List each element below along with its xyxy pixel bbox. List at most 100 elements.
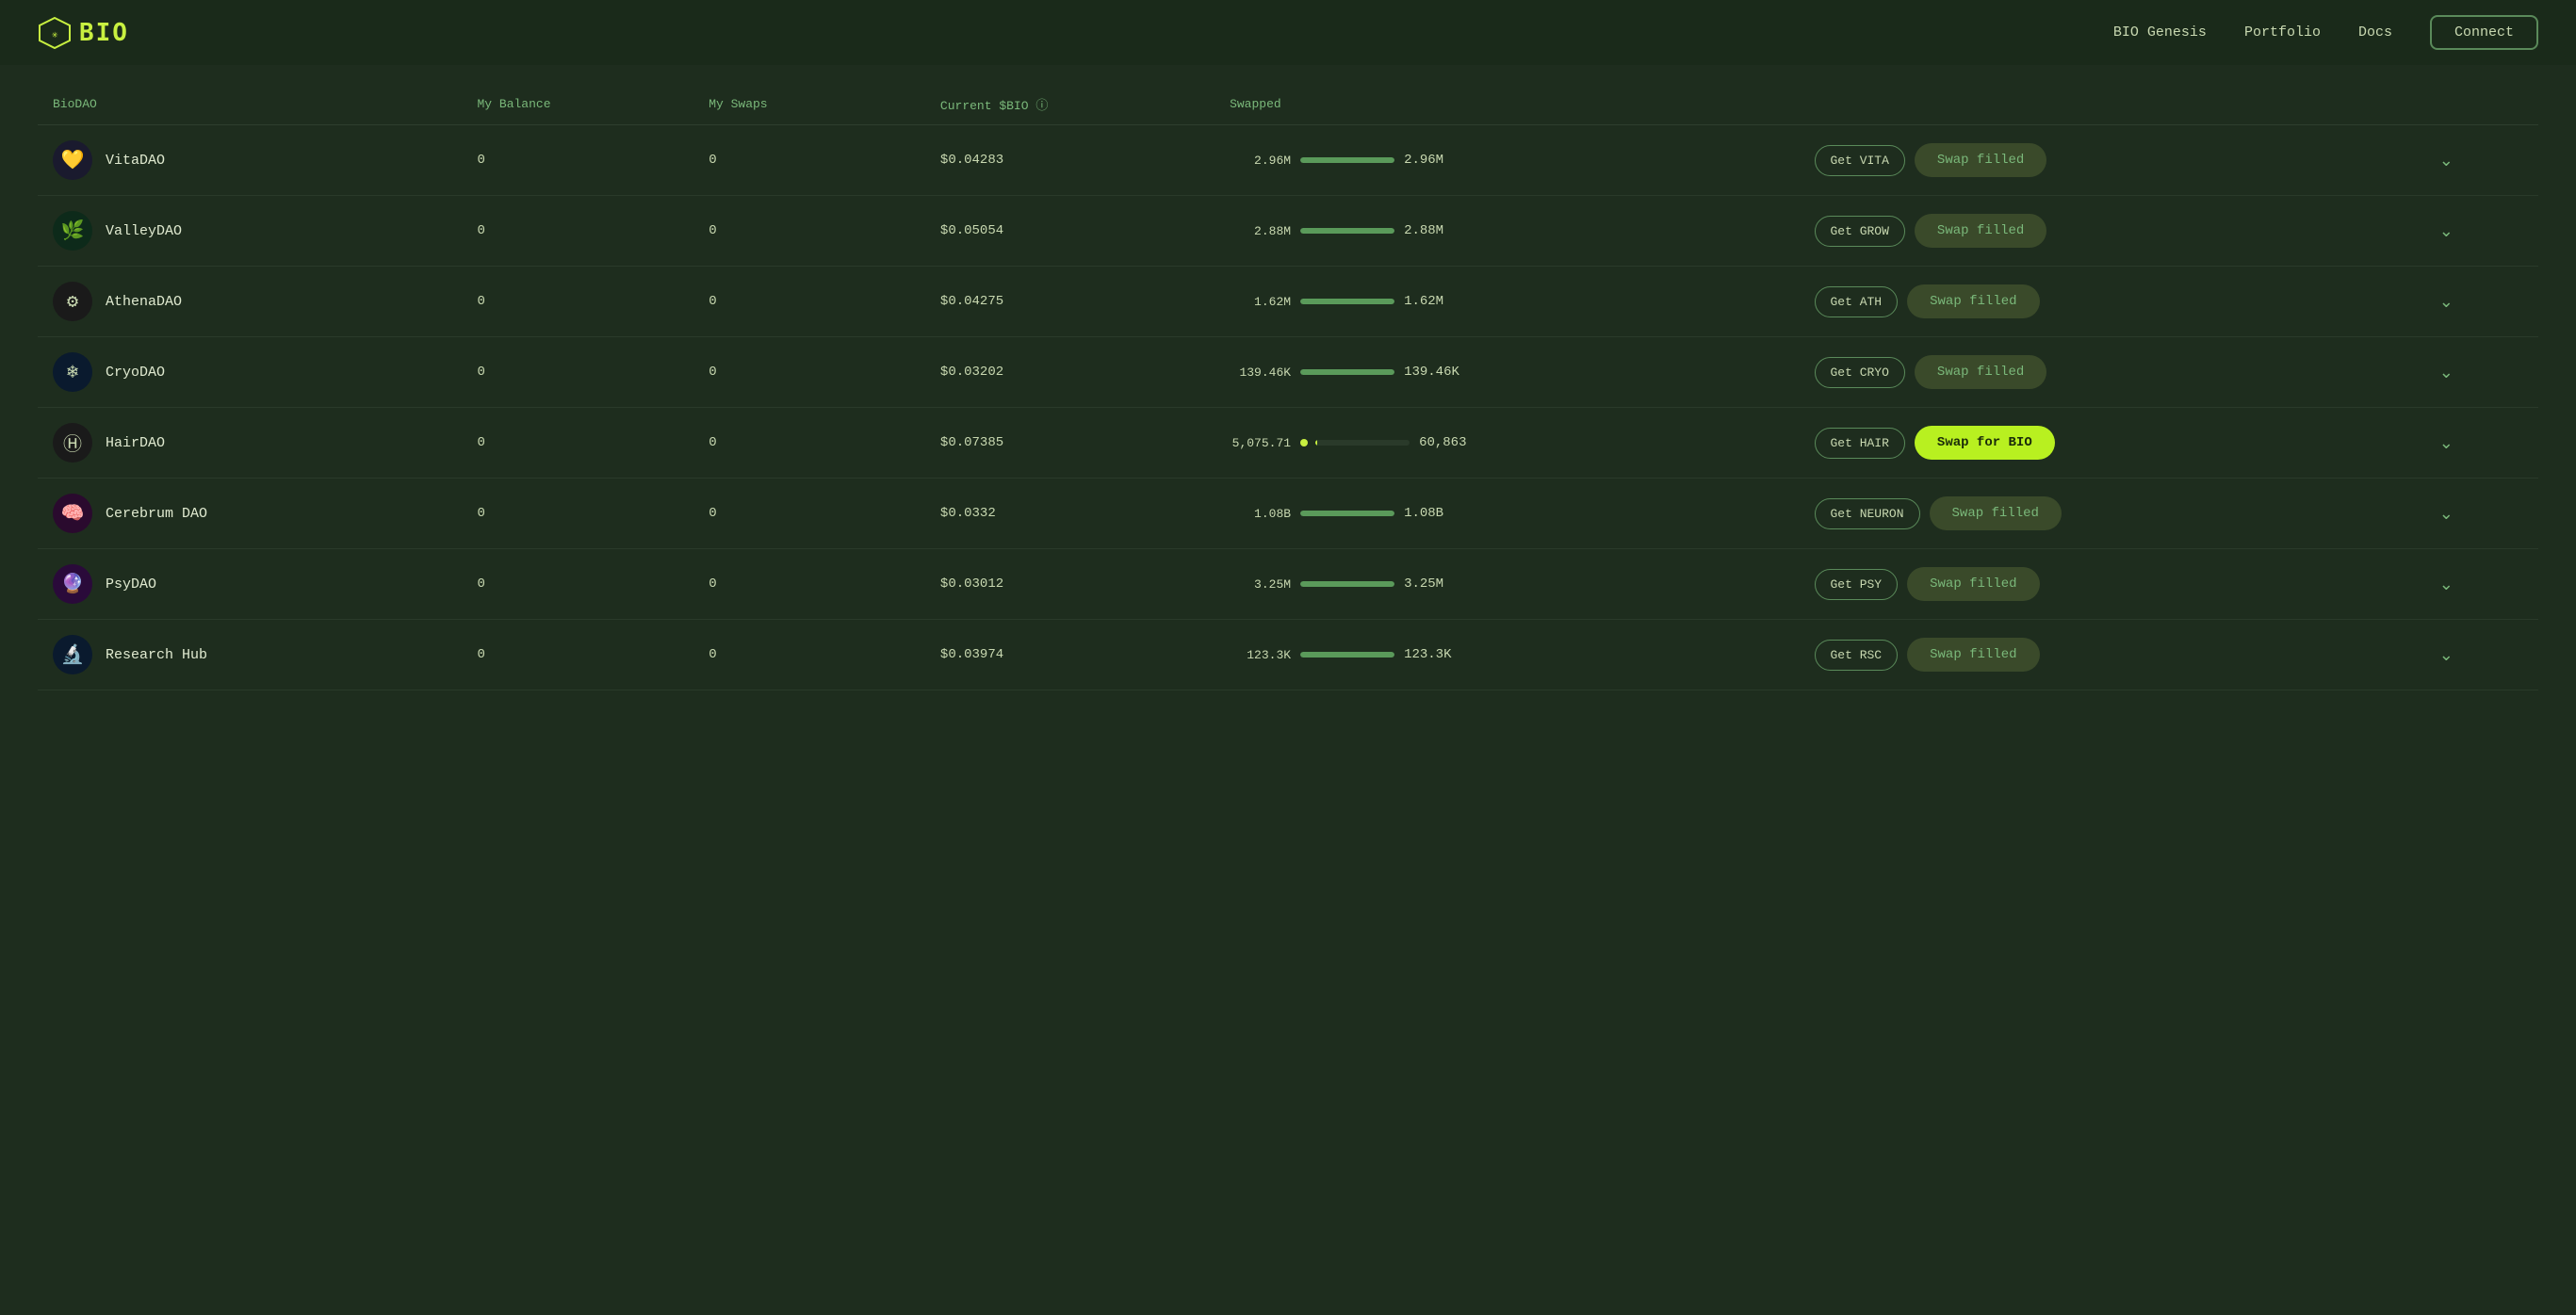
expand-cell-cerebrumdao: ⌄ — [2417, 479, 2538, 549]
progress-bar-researchhub — [1300, 652, 1394, 658]
dao-name-cell-psydao: 🔮 PsyDAO — [38, 549, 462, 620]
dao-avatar-hairdao: Ⓗ — [53, 423, 92, 463]
progress-bar-valleydao — [1300, 228, 1394, 234]
expand-cell-cryodao: ⌄ — [2417, 337, 2538, 408]
balance-cell-cryodao: 0 — [462, 337, 693, 408]
col-current-bio: Current $BIO ⓘ — [925, 84, 1215, 125]
swapped-amount-cryodao: 139.46K — [1404, 365, 1470, 380]
dao-name-cell-valleydao: 🌿 ValleyDAO — [38, 196, 462, 267]
dao-name-cerebrumdao: Cerebrum DAO — [106, 506, 207, 522]
progress-cell-valleydao: 2.88M 2.88M — [1215, 196, 1799, 267]
get-button-hairdao[interactable]: Get HAIR — [1815, 428, 1905, 459]
dao-avatar-athenadao: ⚙ — [53, 282, 92, 321]
chevron-button-vitadao[interactable]: ⌄ — [2432, 147, 2461, 174]
price-cell-cryodao: $0.03202 — [925, 337, 1215, 408]
header: ✳ BIO BIO Genesis Portfolio Docs Connect — [0, 0, 2576, 65]
chevron-button-psydao[interactable]: ⌄ — [2432, 571, 2461, 598]
get-button-valleydao[interactable]: Get GROW — [1815, 216, 1905, 247]
table-body: 💛 VitaDAO 0 0 $0.04283 2.96M 2.9 — [38, 125, 2538, 690]
dao-avatar-vitadao: 💛 — [53, 140, 92, 180]
swap-button-athenadao[interactable]: Swap filled — [1907, 284, 2039, 318]
action-cell-psydao: Get PSY Swap filled — [1800, 549, 2417, 620]
progress-fill-valleydao — [1300, 228, 1394, 234]
balance-cell-athenadao: 0 — [462, 267, 693, 337]
expand-cell-psydao: ⌄ — [2417, 549, 2538, 620]
price-cell-athenadao: $0.04275 — [925, 267, 1215, 337]
main-nav: BIO Genesis Portfolio Docs Connect — [2113, 15, 2538, 50]
progress-cell-athenadao: 1.62M 1.62M — [1215, 267, 1799, 337]
balance-cell-hairdao: 0 — [462, 408, 693, 479]
dao-name-cell-cryodao: ❄ CryoDAO — [38, 337, 462, 408]
balance-cell-psydao: 0 — [462, 549, 693, 620]
swaps-cell-valleydao: 0 — [693, 196, 925, 267]
swap-button-cryodao[interactable]: Swap filled — [1915, 355, 2046, 389]
swaps-cell-athenadao: 0 — [693, 267, 925, 337]
dao-name-cell-athenadao: ⚙ AthenaDAO — [38, 267, 462, 337]
get-button-athenadao[interactable]: Get ATH — [1815, 286, 1899, 317]
chevron-button-researchhub[interactable]: ⌄ — [2432, 641, 2461, 669]
action-cell-valleydao: Get GROW Swap filled — [1800, 196, 2417, 267]
swapped-amount-psydao: 3.25M — [1404, 576, 1470, 592]
col-my-swaps: My Swaps — [693, 84, 925, 125]
col-actions — [1800, 84, 2417, 125]
nav-portfolio[interactable]: Portfolio — [2244, 24, 2321, 41]
swap-button-valleydao[interactable]: Swap filled — [1915, 214, 2046, 248]
price-cell-valleydao: $0.05054 — [925, 196, 1215, 267]
balance-cell-vitadao: 0 — [462, 125, 693, 196]
progress-bar-athenadao — [1300, 299, 1394, 304]
table-row: 💛 VitaDAO 0 0 $0.04283 2.96M 2.9 — [38, 125, 2538, 196]
table-row: 🔬 Research Hub 0 0 $0.03974 123.3K — [38, 620, 2538, 690]
get-button-vitadao[interactable]: Get VITA — [1815, 145, 1905, 176]
swap-button-cerebrumdao[interactable]: Swap filled — [1930, 496, 2062, 530]
dao-avatar-valleydao: 🌿 — [53, 211, 92, 251]
balance-cell-valleydao: 0 — [462, 196, 693, 267]
swapped-amount-athenadao: 1.62M — [1404, 294, 1470, 309]
chevron-button-hairdao[interactable]: ⌄ — [2432, 430, 2461, 457]
progress-fill-cerebrumdao — [1300, 511, 1394, 516]
chevron-button-valleydao[interactable]: ⌄ — [2432, 218, 2461, 245]
swapped-amount-hairdao: 60,863 — [1419, 435, 1485, 450]
nav-docs[interactable]: Docs — [2358, 24, 2392, 41]
swap-button-vitadao[interactable]: Swap filled — [1915, 143, 2046, 177]
swap-button-hairdao[interactable]: Swap for BIO — [1915, 426, 2055, 460]
connect-button[interactable]: Connect — [2430, 15, 2538, 50]
dao-avatar-psydao: 🔮 — [53, 564, 92, 604]
dao-name-cell-cerebrumdao: 🧠 Cerebrum DAO — [38, 479, 462, 549]
action-cell-vitadao: Get VITA Swap filled — [1800, 125, 2417, 196]
swap-button-researchhub[interactable]: Swap filled — [1907, 638, 2039, 672]
price-cell-psydao: $0.03012 — [925, 549, 1215, 620]
nav-bio-genesis[interactable]: BIO Genesis — [2113, 24, 2207, 41]
chevron-button-cerebrumdao[interactable]: ⌄ — [2432, 500, 2461, 528]
chevron-button-cryodao[interactable]: ⌄ — [2432, 359, 2461, 386]
table-header: BioDAO My Balance My Swaps Current $BIO … — [38, 84, 2538, 125]
dao-name-valleydao: ValleyDAO — [106, 223, 182, 239]
price-cell-cerebrumdao: $0.0332 — [925, 479, 1215, 549]
table-row: Ⓗ HairDAO 0 0 $0.07385 5,075.71 6 — [38, 408, 2538, 479]
expand-cell-researchhub: ⌄ — [2417, 620, 2538, 690]
dao-avatar-cryodao: ❄ — [53, 352, 92, 392]
get-button-researchhub[interactable]: Get RSC — [1815, 640, 1899, 671]
table-row: ⚙ AthenaDAO 0 0 $0.04275 1.62M 1. — [38, 267, 2538, 337]
table-row: 🔮 PsyDAO 0 0 $0.03012 3.25M 3.25 — [38, 549, 2538, 620]
get-button-cerebrumdao[interactable]: Get NEURON — [1815, 498, 1920, 529]
get-button-psydao[interactable]: Get PSY — [1815, 569, 1899, 600]
progress-fill-psydao — [1300, 581, 1394, 587]
dao-avatar-cerebrumdao: 🧠 — [53, 494, 92, 533]
swap-button-psydao[interactable]: Swap filled — [1907, 567, 2039, 601]
dao-name-cell-hairdao: Ⓗ HairDAO — [38, 408, 462, 479]
table-row: ❄ CryoDAO 0 0 $0.03202 139.46K 13 — [38, 337, 2538, 408]
swapped-amount-valleydao: 2.88M — [1404, 223, 1470, 238]
dao-name-cell-vitadao: 💛 VitaDAO — [38, 125, 462, 196]
swaps-cell-vitadao: 0 — [693, 125, 925, 196]
progress-bar-cerebrumdao — [1300, 511, 1394, 516]
swaps-cell-cryodao: 0 — [693, 337, 925, 408]
dao-name-cryodao: CryoDAO — [106, 365, 165, 381]
expand-cell-athenadao: ⌄ — [2417, 267, 2538, 337]
swaps-cell-psydao: 0 — [693, 549, 925, 620]
progress-cell-psydao: 3.25M 3.25M — [1215, 549, 1799, 620]
swaps-cell-hairdao: 0 — [693, 408, 925, 479]
chevron-button-athenadao[interactable]: ⌄ — [2432, 288, 2461, 316]
price-cell-vitadao: $0.04283 — [925, 125, 1215, 196]
get-button-cryodao[interactable]: Get CRYO — [1815, 357, 1905, 388]
balance-cell-cerebrumdao: 0 — [462, 479, 693, 549]
